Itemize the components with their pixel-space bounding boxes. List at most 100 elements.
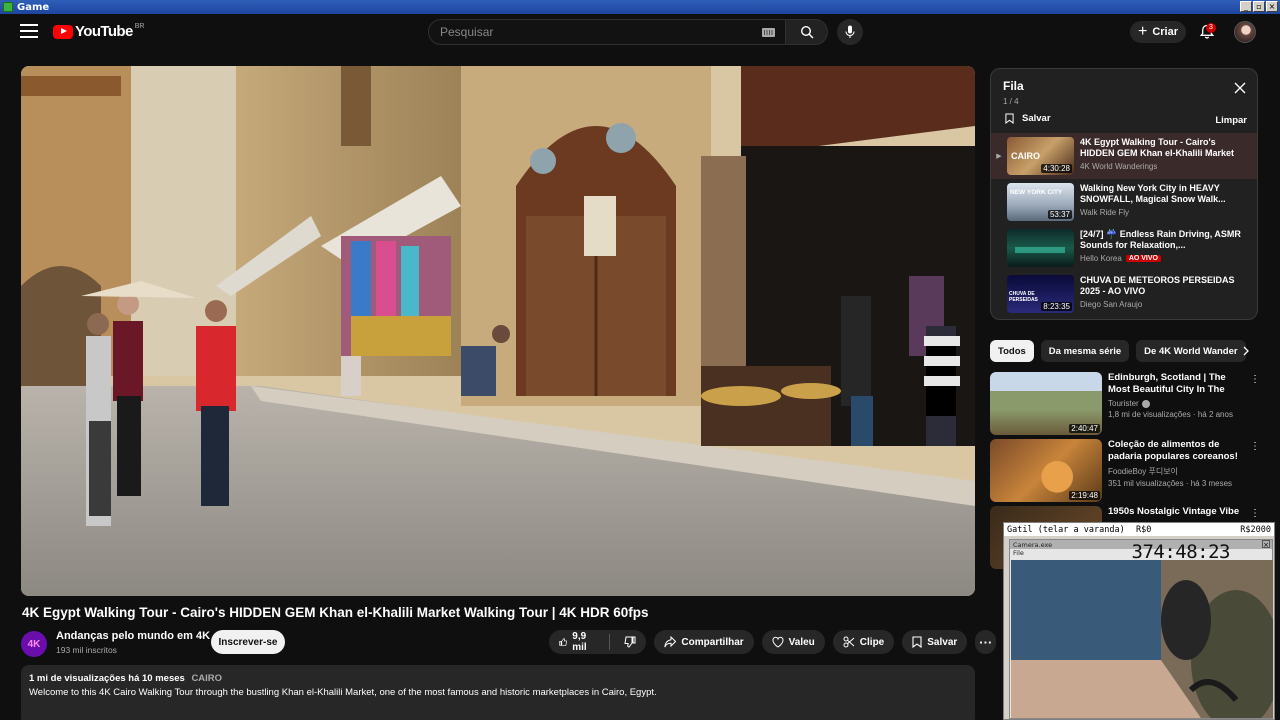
plus-icon: + bbox=[1137, 23, 1148, 40]
clip-label: Clipe bbox=[859, 636, 885, 648]
queue-item-title: Walking New York City in HEAVY SNOWFALL,… bbox=[1080, 183, 1226, 204]
queue-thumbnail: NEW YORK CITY 53:37 bbox=[1007, 183, 1074, 221]
bookmark-icon bbox=[1005, 113, 1014, 124]
like-count: 9,9 mil bbox=[572, 631, 587, 653]
thumbnail-graphic bbox=[1015, 247, 1065, 253]
thumbs-up-icon bbox=[559, 638, 567, 646]
video-player[interactable] bbox=[21, 66, 975, 596]
recommended-item[interactable]: 2:19:48 Coleção de alimentos de padaria … bbox=[990, 439, 1260, 506]
queue-item-info: CHUVA DE METEOROS PERSEIDAS 2025 - AO VI… bbox=[1080, 275, 1252, 317]
goal-strip: Gatil (telar a varanda) R$0 R$2000 bbox=[1004, 523, 1274, 536]
thumbs-down-icon bbox=[624, 636, 636, 648]
chip-from-channel[interactable]: De 4K World Wander bbox=[1136, 340, 1246, 362]
camera-window-title: Camera.exe bbox=[1013, 540, 1053, 549]
queue-item-info: Walking New York City in HEAVY SNOWFALL,… bbox=[1080, 183, 1252, 225]
youtube-play-icon bbox=[53, 24, 73, 39]
queue-thumbnail bbox=[1007, 229, 1074, 267]
recommended-title: Coleção de alimentos de padaria populare… bbox=[1108, 439, 1238, 462]
chevron-right-icon bbox=[1243, 346, 1249, 356]
logo-text: YouTube bbox=[75, 23, 133, 40]
queue-item[interactable]: ▶ CAIRO 4:30:28 4K Egypt Walking Tour - … bbox=[991, 133, 1257, 179]
thanks-label: Valeu bbox=[788, 636, 815, 648]
dislike-button[interactable] bbox=[614, 630, 646, 654]
close-icon[interactable]: × bbox=[1262, 540, 1270, 549]
scissors-icon bbox=[843, 636, 855, 648]
hashtag-link[interactable]: CAIRO bbox=[191, 673, 222, 684]
goal-label: Gatil (telar a varanda) bbox=[1007, 524, 1125, 535]
thanks-button[interactable]: Valeu bbox=[761, 630, 825, 654]
close-queue-icon[interactable] bbox=[1233, 81, 1247, 95]
keyboard-icon[interactable] bbox=[762, 27, 775, 37]
video-duration: 2:19:48 bbox=[1069, 491, 1100, 500]
clip-button[interactable]: Clipe bbox=[832, 630, 895, 654]
queue-item-title: 4K Egypt Walking Tour - Cairo's HIDDEN G… bbox=[1080, 137, 1235, 158]
like-button[interactable]: 9,9 mil bbox=[549, 630, 604, 654]
queue-item-info: [24/7] ☔ Endless Rain Driving, ASMR Soun… bbox=[1080, 229, 1252, 271]
notification-badge: 3 bbox=[1206, 23, 1216, 33]
timer-overlay: Gatil (telar a varanda) R$0 R$2000 Camer… bbox=[1003, 522, 1275, 720]
maximize-icon[interactable]: ▫ bbox=[1253, 1, 1265, 12]
video-duration: 8:23:35 bbox=[1041, 302, 1072, 311]
window-title: Game bbox=[17, 1, 50, 13]
queue-item-marker bbox=[991, 271, 1007, 317]
search-button[interactable] bbox=[786, 19, 828, 45]
description-box[interactable]: 1 mi de visualizações há 10 meses CAIRO … bbox=[21, 665, 975, 720]
voice-search-button[interactable] bbox=[837, 19, 863, 45]
share-icon bbox=[664, 636, 677, 648]
webcam-image bbox=[1011, 560, 1273, 718]
subscriber-count: 193 mil inscritos bbox=[56, 645, 117, 655]
video-actions: 9,9 mil Compartilhar Valeu Clipe Salvar … bbox=[549, 630, 997, 654]
filter-chips: Todos Da mesma série De 4K World Wander bbox=[990, 340, 1258, 362]
like-dislike-group: 9,9 mil bbox=[549, 630, 647, 654]
thumbnail-caption: NEW YORK CITY bbox=[1010, 189, 1063, 196]
share-label: Compartilhar bbox=[681, 636, 744, 648]
queue-position: 1 / 4 bbox=[1003, 97, 1019, 106]
more-options-icon[interactable]: ⋮ bbox=[1250, 508, 1260, 519]
save-button[interactable]: Salvar bbox=[902, 630, 968, 654]
queue-item[interactable]: CHUVA DE PERSEIDAS 8:23:35 CHUVA DE METE… bbox=[991, 271, 1257, 317]
recommended-item[interactable]: 2:40:47 Edinburgh, Scotland | The Most B… bbox=[990, 372, 1260, 439]
like-divider bbox=[608, 634, 610, 650]
channel-avatar[interactable]: 4K bbox=[21, 631, 47, 657]
queue-item[interactable]: [24/7] ☔ Endless Rain Driving, ASMR Soun… bbox=[991, 225, 1257, 271]
subscribe-button[interactable]: Inscrever-se bbox=[211, 630, 285, 654]
user-avatar[interactable] bbox=[1234, 21, 1256, 43]
queue-clear-button[interactable]: Limpar bbox=[1215, 115, 1247, 126]
create-button[interactable]: + Criar bbox=[1130, 21, 1186, 43]
search-input[interactable] bbox=[440, 25, 762, 39]
channel-name[interactable]: Andanças pelo mundo em 4K bbox=[56, 630, 210, 642]
bookmark-icon bbox=[912, 636, 922, 648]
microphone-icon bbox=[845, 25, 855, 38]
more-options-icon[interactable]: ⋮ bbox=[1250, 374, 1260, 385]
thumbnail-caption: CAIRO bbox=[1011, 151, 1040, 161]
more-options-icon[interactable]: ⋮ bbox=[1250, 441, 1260, 452]
youtube-logo[interactable]: YouTube BR bbox=[53, 23, 144, 40]
chip-same-series[interactable]: Da mesma série bbox=[1040, 340, 1130, 362]
queue-item[interactable]: NEW YORK CITY 53:37 Walking New York Cit… bbox=[991, 179, 1257, 225]
camera-window: Camera.exe × File 374:48:23 bbox=[1009, 539, 1273, 719]
close-icon[interactable]: × bbox=[1266, 1, 1278, 12]
chip-all[interactable]: Todos bbox=[990, 340, 1034, 362]
window-title-bar: Game _ ▫ × bbox=[0, 0, 1280, 14]
queue-save-button[interactable]: Salvar bbox=[1005, 113, 1051, 124]
menu-icon[interactable] bbox=[20, 24, 38, 38]
minimize-icon[interactable]: _ bbox=[1240, 1, 1252, 12]
view-count: 1 mi de visualizações bbox=[29, 673, 126, 684]
share-button[interactable]: Compartilhar bbox=[654, 630, 754, 654]
live-badge: AO VIVO bbox=[1125, 255, 1161, 262]
app-icon bbox=[3, 2, 13, 12]
queue-item-channel: Walk Ride Fly bbox=[1080, 208, 1130, 217]
recommended-meta: 351 mil visualizações · há 3 meses bbox=[1108, 479, 1233, 488]
queue-thumbnail: CHUVA DE PERSEIDAS 8:23:35 bbox=[1007, 275, 1074, 313]
queue-item-channel: Hello Korea AO VIVO bbox=[1080, 254, 1252, 263]
search-field bbox=[428, 19, 786, 45]
video-duration: 4:30:28 bbox=[1041, 164, 1072, 173]
chips-next-button[interactable] bbox=[1237, 342, 1255, 360]
recommended-channel: FoodieBoy 푸디보이 bbox=[1108, 467, 1178, 476]
video-duration: 2:40:47 bbox=[1069, 424, 1100, 433]
thumbnail-caption: CHUVA DE PERSEIDAS bbox=[1009, 291, 1038, 303]
video-title: 4K Egypt Walking Tour - Cairo's HIDDEN G… bbox=[22, 605, 649, 620]
queue-panel: Fila 1 / 4 Salvar Limpar ▶ CAIRO 4:30:28… bbox=[990, 68, 1258, 320]
more-actions-button[interactable]: ··· bbox=[975, 630, 997, 654]
create-label: Criar bbox=[1152, 26, 1179, 38]
